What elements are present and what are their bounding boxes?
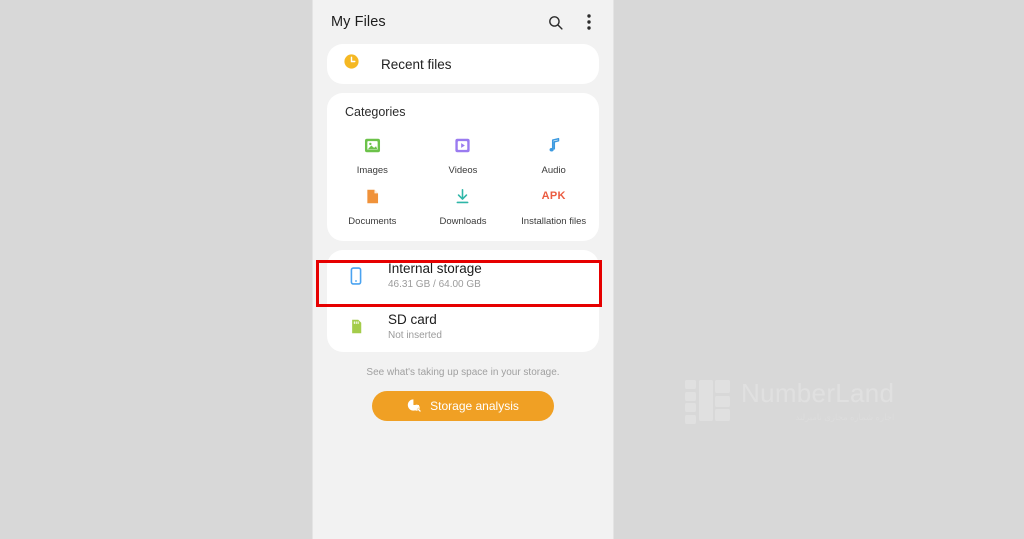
category-documents[interactable]: Documents	[327, 180, 418, 227]
storage-card: Internal storage 46.31 GB / 64.00 GB SD …	[327, 250, 599, 352]
document-icon	[360, 184, 384, 208]
phone-storage-icon	[343, 263, 369, 289]
storage-analysis-label: Storage analysis	[430, 399, 519, 413]
storage-footer-note: See what's taking up space in your stora…	[366, 367, 560, 378]
watermark-subtitle: اجاره شماره مجازی نامبرلند	[795, 412, 895, 423]
clock-icon	[343, 53, 360, 75]
page-title: My Files	[331, 14, 386, 30]
apk-icon: APK	[542, 184, 566, 208]
storage-analysis-button[interactable]: Storage analysis	[372, 391, 554, 421]
category-label: Images	[356, 165, 388, 176]
download-icon	[451, 184, 475, 208]
sd-card-icon	[343, 314, 369, 340]
recent-files-card[interactable]: Recent files	[327, 44, 599, 84]
category-label: Downloads	[439, 216, 487, 227]
categories-card: Categories Images Videos Audio Documents…	[327, 93, 599, 241]
video-play-icon	[451, 133, 475, 157]
storage-item-sd-card[interactable]: SD card Not inserted	[327, 301, 599, 352]
storage-item-name: Internal storage	[388, 261, 482, 276]
storage-item-sub: 46.31 GB / 64.00 GB	[388, 279, 481, 290]
category-audio[interactable]: Audio	[508, 129, 599, 176]
storage-item-name: SD card	[388, 312, 437, 327]
storage-footer: See what's taking up space in your stora…	[313, 367, 613, 421]
category-videos[interactable]: Videos	[418, 129, 509, 176]
category-label: Installation files	[521, 216, 587, 227]
recent-files-label: Recent files	[381, 56, 452, 72]
more-vertical-icon[interactable]	[579, 12, 599, 32]
category-installation-files[interactable]: APK Installation files	[508, 180, 599, 227]
category-label: Documents	[348, 216, 397, 227]
watermark-name: NumberLand	[741, 378, 895, 409]
category-images[interactable]: Images	[327, 129, 418, 176]
image-icon	[360, 133, 384, 157]
category-downloads[interactable]: Downloads	[418, 180, 509, 227]
storage-analysis-icon	[407, 398, 421, 415]
categories-title: Categories	[345, 105, 406, 119]
categories-grid: Images Videos Audio Documents Downloads …	[327, 121, 599, 227]
storage-item-internal[interactable]: Internal storage 46.31 GB / 64.00 GB	[327, 250, 599, 301]
storage-item-texts: Internal storage 46.31 GB / 64.00 GB	[388, 261, 482, 290]
storage-item-sub: Not inserted	[388, 330, 442, 341]
numberland-logo-icon	[685, 380, 730, 424]
storage-item-texts: SD card Not inserted	[388, 312, 442, 341]
category-label: Audio	[541, 165, 566, 176]
search-icon[interactable]	[545, 12, 565, 32]
watermark: NumberLand اجاره شماره مجازی نامبرلند	[685, 380, 894, 424]
music-note-icon	[542, 133, 566, 157]
apk-icon-text: APK	[541, 190, 566, 202]
recent-files-row[interactable]: Recent files	[327, 44, 599, 84]
category-label: Videos	[448, 165, 478, 176]
watermark-text: NumberLand اجاره شماره مجازی نامبرلند	[741, 380, 894, 423]
app-bar: My Files	[313, 0, 613, 44]
app-bar-actions	[545, 12, 599, 32]
phone-screen: My Files Recent files Categories Images …	[313, 0, 613, 539]
